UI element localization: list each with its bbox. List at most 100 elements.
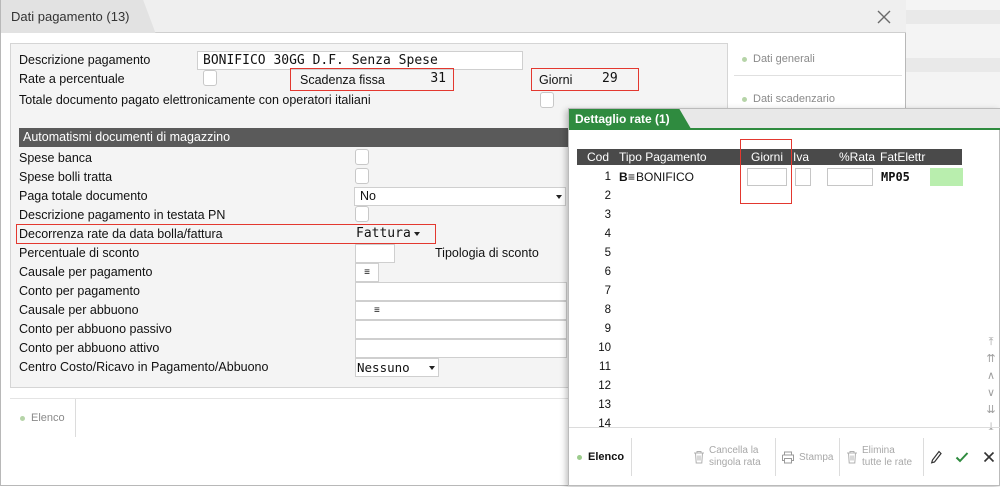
tab-dettaglio-rate[interactable]: Dettaglio rate (1)	[569, 109, 692, 130]
trash-icon	[694, 451, 704, 464]
check-icon	[955, 452, 969, 463]
row-cod: 1	[604, 171, 611, 183]
chevron-down-icon	[414, 232, 420, 236]
spese-banca-checkbox[interactable]	[355, 149, 369, 165]
col-header-tipo: Tipo Pagamento	[619, 150, 707, 164]
row-cod: 11	[599, 361, 611, 373]
pencil-icon	[930, 450, 942, 464]
col-header-cod: Cod	[587, 150, 610, 164]
cancella-rata-button[interactable]: Cancella la singola rata	[693, 428, 761, 486]
causale-abbuono-input[interactable]: ≡	[355, 301, 567, 320]
fat-cell[interactable]: MP05	[881, 168, 910, 186]
decorrenza-select[interactable]: Fattura	[356, 225, 411, 243]
elenco-label: Elenco	[31, 412, 65, 424]
stampa-button[interactable]: Stampa	[781, 428, 833, 486]
tab-title: Dati pagamento (13)	[11, 9, 130, 24]
dialog-title: Dettaglio rate (1)	[575, 112, 670, 126]
stampa-label: Stampa	[799, 451, 834, 463]
footer-divider	[923, 438, 924, 476]
first-page-icon[interactable]: ⤒	[983, 334, 999, 351]
rate-percentuale-checkbox[interactable]	[203, 70, 217, 86]
row-cod: 3	[604, 209, 611, 221]
paga-totale-value: No	[360, 189, 376, 203]
row-cod: 12	[598, 380, 611, 392]
centro-costo-value: Nessuno	[357, 360, 410, 375]
bullet-icon	[742, 96, 747, 102]
spese-bolli-checkbox[interactable]	[355, 168, 369, 184]
table-row[interactable]: 13	[577, 396, 962, 414]
scroll-controls: ⤒ ⇈ ∧ ∨ ⇊ ⤓	[983, 334, 999, 436]
conto-abbuono-attivo-input[interactable]	[355, 339, 567, 358]
table-row[interactable]: 9	[577, 320, 962, 338]
totale-elettronico-label: Totale documento pagato elettronicamente…	[19, 93, 371, 107]
trash-icon	[847, 451, 857, 464]
table-row[interactable]: 5	[577, 244, 962, 262]
table-row[interactable]: 11	[577, 358, 962, 376]
edit-button[interactable]	[930, 428, 942, 486]
table-row[interactable]: 3	[577, 206, 962, 224]
confirm-button[interactable]	[955, 428, 969, 486]
percentuale-sconto-label: Percentuale di sconto	[19, 246, 140, 260]
giorni-input[interactable]: 29	[597, 70, 633, 89]
col-header-rata: %Rata	[839, 150, 876, 164]
page-down-icon[interactable]: ⇊	[983, 402, 999, 419]
rata-cell[interactable]	[827, 168, 873, 186]
causale-pagamento-label: Causale per pagamento	[19, 265, 153, 279]
bullet-icon	[742, 56, 747, 62]
paga-totale-label: Paga totale documento	[19, 189, 148, 203]
spese-banca-label: Spese banca	[19, 151, 92, 165]
tab-dati-pagamento[interactable]: Dati pagamento (13)	[1, 0, 156, 33]
dialog-tabbar: Dettaglio rate (1)	[569, 109, 1000, 130]
row-cod: 6	[604, 266, 611, 278]
row-cod: 7	[604, 285, 611, 297]
giorni-label: Giorni	[539, 73, 573, 87]
elimina-rate-button[interactable]: Elimina tutte le rate	[846, 428, 912, 486]
background-band	[906, 10, 1000, 24]
row-cod: 13	[598, 399, 611, 411]
elenco-button[interactable]: Elenco	[577, 428, 624, 486]
col-header-fat: FatElettr	[880, 150, 926, 164]
row-cod: 8	[604, 304, 611, 316]
table-row[interactable]: 12	[577, 377, 962, 395]
page-up-icon[interactable]: ⇈	[983, 351, 999, 368]
dettaglio-rate-dialog: Dettaglio rate (1) Cod Tipo Pagamento Gi…	[568, 108, 1000, 486]
centro-costo-label: Centro Costo/Ricavo in Pagamento/Abbuono	[19, 360, 269, 374]
scadenza-label: Scadenza fissa	[300, 73, 385, 87]
tipologia-sconto-label: Tipologia di sconto	[435, 246, 539, 260]
table-row[interactable]: 10	[577, 339, 962, 357]
dialog-footer: Elenco Cancella la singola rata Stampa El…	[569, 427, 1000, 487]
elimina-line2: tutte le rate	[862, 457, 913, 468]
row-cod: 5	[604, 247, 611, 259]
elimina-line1: Elimina	[862, 445, 895, 456]
tipo-code[interactable]: B	[619, 168, 628, 186]
cancella-line2: singola rata	[709, 457, 761, 468]
table-row[interactable]: 6	[577, 263, 962, 281]
desc-testata-checkbox[interactable]	[355, 206, 369, 222]
table-row[interactable]: 7	[577, 282, 962, 300]
rate-percentuale-label: Rate a percentuale	[19, 72, 125, 86]
close-icon[interactable]	[875, 8, 893, 26]
close-icon	[983, 451, 995, 463]
side-item-dati-generali[interactable]: Dati generali	[734, 43, 902, 76]
table-row[interactable]: 4	[577, 225, 962, 243]
centro-costo-select[interactable]: Nessuno	[355, 358, 439, 377]
elenco-button[interactable]: Elenco	[10, 399, 76, 437]
side-item-label: Dati scadenzario	[753, 93, 835, 105]
causale-pagamento-input[interactable]: ≡	[355, 263, 379, 282]
percentuale-sconto-input[interactable]	[355, 244, 395, 263]
side-item-label: Dati generali	[753, 53, 815, 65]
iva-cell[interactable]	[795, 168, 811, 186]
table-row[interactable]: 8	[577, 301, 962, 319]
line-up-icon[interactable]: ∧	[983, 368, 999, 385]
footer-divider	[839, 438, 840, 476]
conto-abbuono-passivo-input[interactable]	[355, 320, 567, 339]
chevron-down-icon	[556, 195, 562, 199]
totale-elettronico-checkbox[interactable]	[540, 92, 554, 108]
conto-pagamento-input[interactable]	[355, 282, 567, 301]
cancel-button[interactable]	[983, 428, 995, 486]
paga-totale-select[interactable]: No	[354, 187, 566, 206]
row-cod: 2	[604, 190, 611, 202]
scadenza-input[interactable]: 31	[411, 70, 451, 89]
line-down-icon[interactable]: ∨	[983, 385, 999, 402]
background-band	[906, 58, 1000, 72]
